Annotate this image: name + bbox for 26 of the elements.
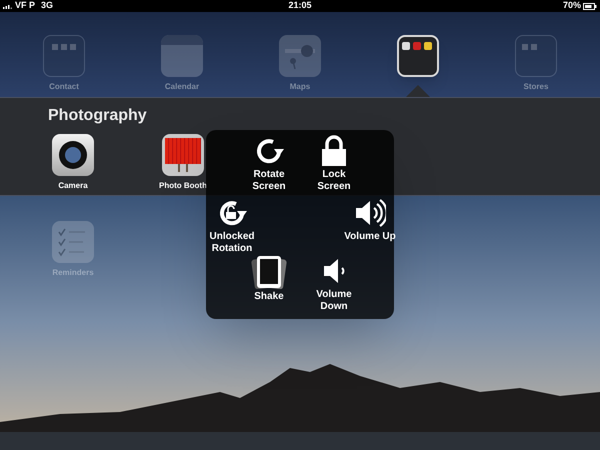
clock-time: 21:05	[288, 0, 312, 12]
battery-percentage: 70%	[562, 0, 581, 12]
app-label: Reminders	[52, 267, 94, 279]
app-label: Maps	[290, 81, 310, 93]
volume-up-icon	[354, 197, 386, 229]
lock-icon	[321, 135, 347, 167]
tablet-icon	[251, 255, 287, 289]
app-label: Camera	[58, 180, 88, 192]
menu-option[interactable]: Shake	[241, 255, 297, 303]
folder-title: Photography	[47, 106, 148, 126]
menu-option[interactable]: Lock Screen	[306, 135, 362, 193]
menu-option[interactable]: Volume Down	[306, 255, 362, 313]
signal-icon	[3, 3, 13, 9]
menu-option[interactable]: Unlocked Rotation	[204, 197, 260, 255]
folder-icon[interactable]	[397, 35, 439, 77]
app-label: Photo Booth	[159, 180, 207, 192]
network-type: 3G	[41, 0, 54, 12]
menu-option[interactable]: Rotate Screen	[241, 135, 297, 193]
battery-icon	[583, 2, 597, 10]
app-label: Calendar	[164, 81, 200, 93]
camera-lens-icon[interactable]	[52, 134, 94, 176]
menu-option[interactable]: Volume Up	[342, 197, 398, 243]
app-label: Stores	[524, 81, 548, 93]
carrier-name: VF P	[15, 0, 36, 12]
curtain-icon[interactable]	[162, 134, 204, 176]
app-label: Contact	[49, 81, 79, 93]
